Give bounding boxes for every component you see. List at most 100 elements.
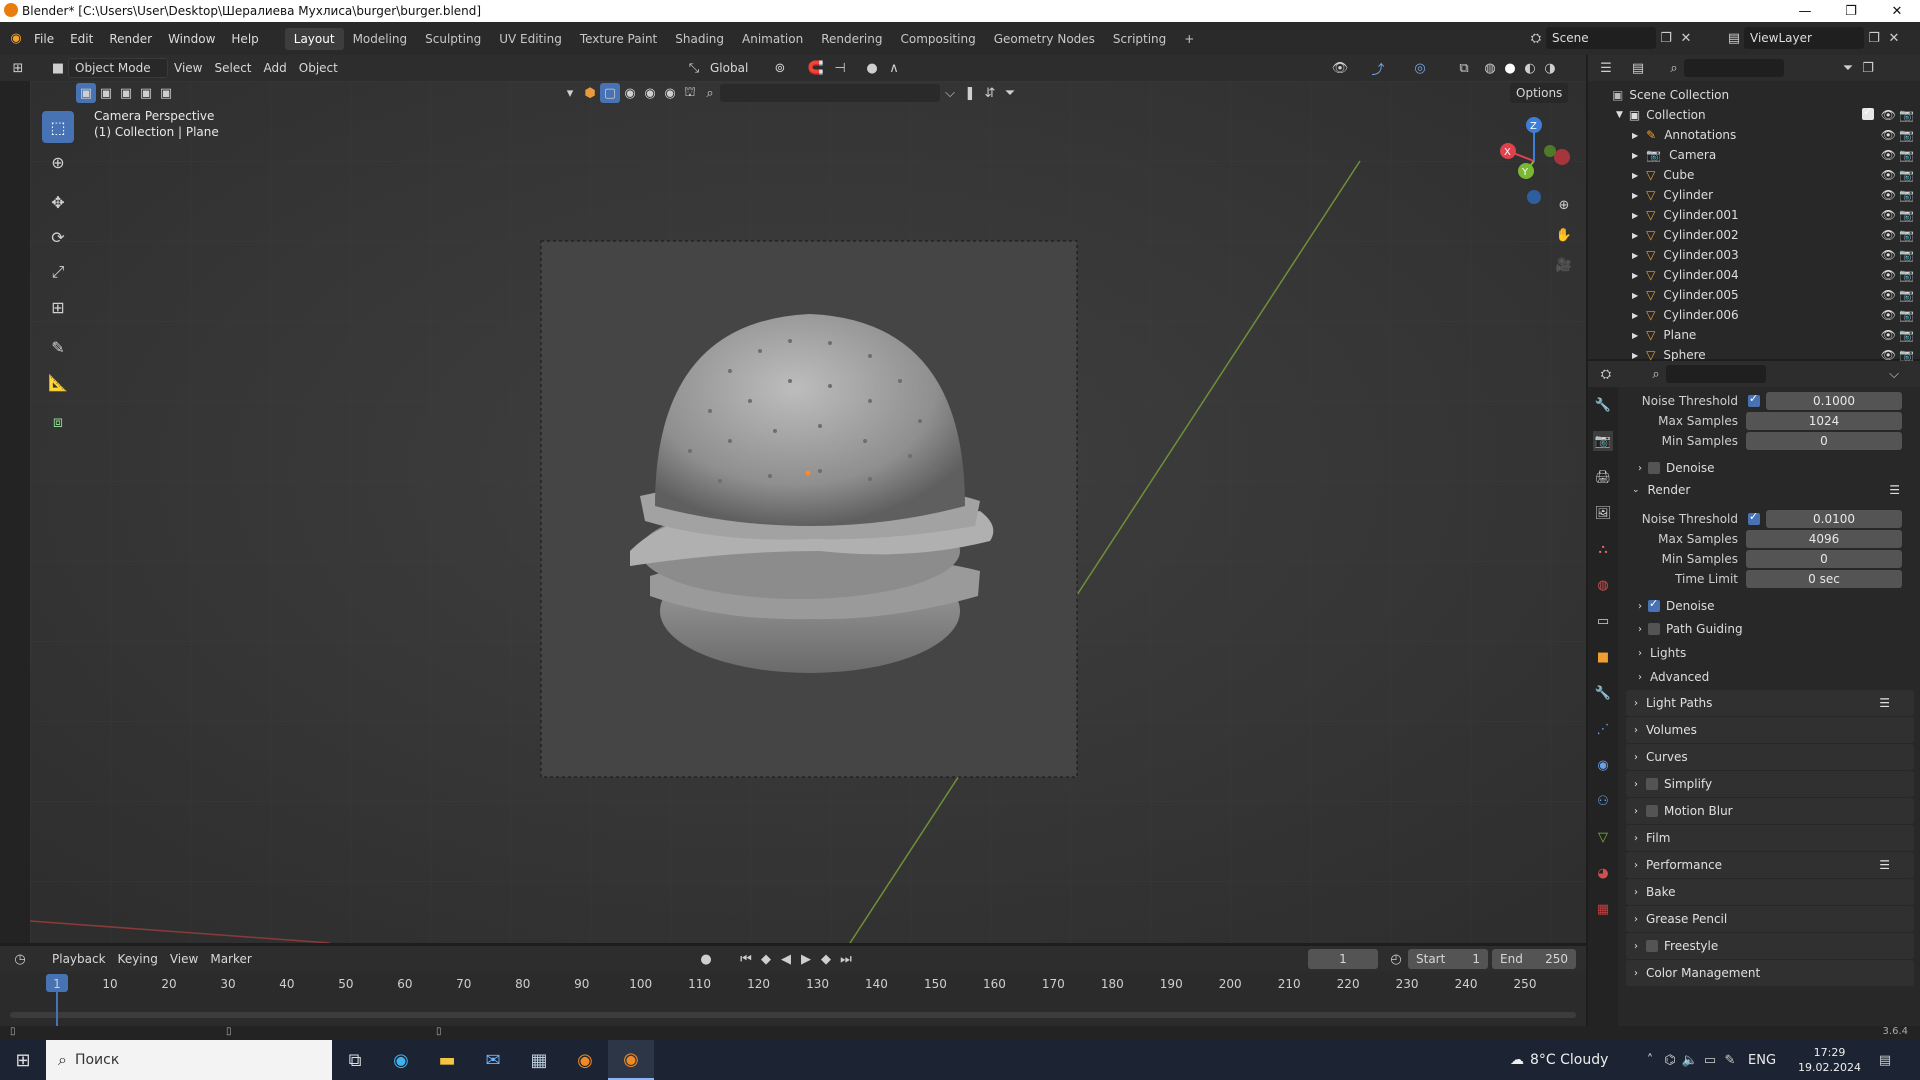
- render-denoise-checkbox[interactable]: [1648, 597, 1660, 612]
- render-camera-icon[interactable]: 📷: [1899, 288, 1914, 302]
- scene-icon[interactable]: ⛭: [1526, 28, 1546, 48]
- expand-icon[interactable]: ▶: [1632, 191, 1638, 200]
- viewport-search-input[interactable]: [720, 84, 940, 102]
- outliner-filter-icon[interactable]: ⏷: [1838, 58, 1858, 78]
- world-tab-icon[interactable]: ◍: [1593, 575, 1613, 595]
- visibility-eye-icon[interactable]: 👁: [1881, 168, 1896, 182]
- render-camera-icon[interactable]: 📷: [1899, 128, 1914, 142]
- timeline-scrollbar[interactable]: [10, 1012, 1576, 1018]
- output-tab-icon[interactable]: 🖨: [1593, 467, 1613, 487]
- zoom-icon[interactable]: ⊕: [1554, 195, 1574, 215]
- render-min-samples-field[interactable]: 0: [1746, 550, 1902, 568]
- notifications-icon[interactable]: ▤: [1875, 1050, 1895, 1070]
- tab-compositing[interactable]: Compositing: [891, 28, 984, 50]
- menu-keying[interactable]: Keying: [112, 949, 164, 969]
- rendered-shading-icon[interactable]: ◑: [1540, 58, 1560, 78]
- tab-modeling[interactable]: Modeling: [344, 28, 417, 50]
- object-mode-dropdown[interactable]: Object Mode: [68, 58, 168, 78]
- task-view-icon[interactable]: ⧉: [332, 1040, 378, 1080]
- properties-editor-icon[interactable]: ⛭: [1596, 364, 1616, 384]
- menu-select[interactable]: Select: [208, 58, 257, 78]
- panel-volumes[interactable]: › Volumes: [1626, 717, 1914, 743]
- menu-render[interactable]: Render: [101, 28, 160, 50]
- outliner-editor-icon[interactable]: ☰: [1596, 58, 1616, 78]
- gizmo-icon[interactable]: ⤴: [1368, 58, 1388, 78]
- select-box-tool-icon[interactable]: ⬚: [42, 111, 74, 143]
- language-indicator[interactable]: ENG: [1748, 1053, 1776, 1068]
- editor-type-icon[interactable]: ⊞: [8, 58, 28, 78]
- proportional-edit-icon[interactable]: ●: [862, 58, 882, 78]
- panel-enable-checkbox[interactable]: [1646, 778, 1658, 790]
- viewport-noise-threshold-checkbox[interactable]: [1748, 392, 1760, 410]
- render-toggle-icon[interactable]: ◉: [640, 83, 660, 103]
- clock-icon[interactable]: ◴: [1386, 949, 1406, 969]
- tab-animation[interactable]: Animation: [733, 28, 812, 50]
- scene-name-field[interactable]: Scene: [1546, 27, 1656, 49]
- timeline-ruler[interactable]: 1 10 20 30 40 50 60 70 80 90 100 110 120 130 140 150 160…: [0, 972, 1586, 1026]
- path-guiding-checkbox[interactable]: [1648, 623, 1660, 635]
- outliner-item[interactable]: ▶ ▽ Cylinder.001 👁 📷: [1588, 205, 1920, 225]
- snap-target-icon[interactable]: ⊣: [830, 58, 850, 78]
- collapse-icon[interactable]: ▼: [1616, 110, 1623, 120]
- object-type-icon[interactable]: ⬢: [580, 83, 600, 103]
- expand-icon[interactable]: ▶: [1632, 331, 1638, 340]
- panel-film[interactable]: › Film: [1626, 825, 1914, 851]
- tray-expand-icon[interactable]: ˄: [1640, 1050, 1660, 1070]
- bookmark-icon[interactable]: ❚: [960, 83, 980, 103]
- render-max-samples-field[interactable]: 4096: [1746, 530, 1902, 548]
- visibility-eye-icon[interactable]: 👁: [1881, 128, 1896, 142]
- navigation-gizmo[interactable]: Z X Y: [1490, 111, 1586, 271]
- file-explorer-icon[interactable]: ▬: [424, 1040, 470, 1080]
- visibility-eye-icon[interactable]: 👁: [1881, 348, 1896, 362]
- jump-end-icon[interactable]: ⏭: [836, 949, 856, 969]
- viewlayer-icon[interactable]: ▤: [1724, 28, 1744, 48]
- menu-file[interactable]: File: [26, 28, 62, 50]
- viewport-denoise-checkbox[interactable]: [1648, 462, 1660, 474]
- material-toggle-icon[interactable]: ◉: [660, 83, 680, 103]
- material-shading-icon[interactable]: ◐: [1520, 58, 1540, 78]
- visibility-eye-icon[interactable]: 👁: [1881, 188, 1896, 202]
- shading-toggle-icon[interactable]: ◉: [620, 83, 640, 103]
- maximize-button[interactable]: ❐: [1828, 0, 1874, 22]
- outliner-item[interactable]: ▶ ▽ Cylinder 👁 📷: [1588, 185, 1920, 205]
- render-camera-icon[interactable]: 📷: [1899, 168, 1914, 182]
- overlays-icon[interactable]: ◎: [1410, 58, 1430, 78]
- presets-list-icon[interactable]: ☰: [1879, 858, 1890, 872]
- visibility-icon[interactable]: 👁: [1330, 58, 1350, 78]
- outliner-search-input[interactable]: [1684, 59, 1784, 77]
- outliner-item[interactable]: ▶ ▽ Cylinder.003 👁 📷: [1588, 245, 1920, 265]
- pan-hand-icon[interactable]: ✋: [1554, 225, 1574, 245]
- add-cube-tool-icon[interactable]: ⧈: [42, 406, 74, 438]
- render-camera-icon[interactable]: 📷: [1899, 268, 1914, 282]
- tab-layout[interactable]: Layout: [284, 27, 344, 50]
- viewport-denoise-subpanel[interactable]: › Denoise: [1618, 457, 1920, 479]
- presets-list-icon[interactable]: ☰: [1889, 483, 1900, 497]
- menu-timeline-view[interactable]: View: [164, 949, 204, 969]
- add-workspace-button[interactable]: +: [1175, 28, 1203, 50]
- store-icon[interactable]: ▦: [516, 1040, 562, 1080]
- advanced-subpanel[interactable]: › Advanced: [1618, 665, 1920, 689]
- network-icon[interactable]: ⌬: [1660, 1050, 1680, 1070]
- delete-scene-icon[interactable]: ✕: [1676, 28, 1696, 48]
- options-dropdown[interactable]: Options: [1510, 83, 1569, 103]
- panel-grease-pencil[interactable]: › Grease Pencil: [1626, 906, 1914, 932]
- expand-icon[interactable]: ▶: [1632, 211, 1638, 220]
- windows-start-icon[interactable]: ⊞: [0, 1040, 46, 1080]
- clock[interactable]: 17:29 19.02.2024: [1798, 1045, 1861, 1075]
- panel-light-paths[interactable]: › Light Paths ☰: [1626, 690, 1914, 716]
- funnel-filter-icon[interactable]: ⏷: [1000, 83, 1020, 103]
- visibility-eye-icon[interactable]: 👁: [1881, 308, 1896, 322]
- auto-keying-icon[interactable]: ●: [696, 949, 716, 969]
- outliner-item[interactable]: ▶ ▽ Cylinder.006 👁 📷: [1588, 305, 1920, 325]
- jump-start-icon[interactable]: ⏮: [736, 949, 756, 969]
- display-mode-icon[interactable]: ▤: [1628, 58, 1648, 78]
- menu-object[interactable]: Object: [293, 58, 344, 78]
- render-camera-icon[interactable]: 📷: [1899, 348, 1914, 362]
- mail-icon[interactable]: ✉: [470, 1040, 516, 1080]
- tab-scripting[interactable]: Scripting: [1104, 28, 1175, 50]
- taskbar-search-box[interactable]: ⌕ Поиск: [46, 1040, 332, 1080]
- tab-uv-editing[interactable]: UV Editing: [490, 28, 571, 50]
- new-scene-icon[interactable]: ❐: [1656, 28, 1676, 48]
- view-layer-tab-icon[interactable]: 🖼: [1593, 503, 1613, 523]
- expand-icon[interactable]: ▶: [1632, 151, 1638, 160]
